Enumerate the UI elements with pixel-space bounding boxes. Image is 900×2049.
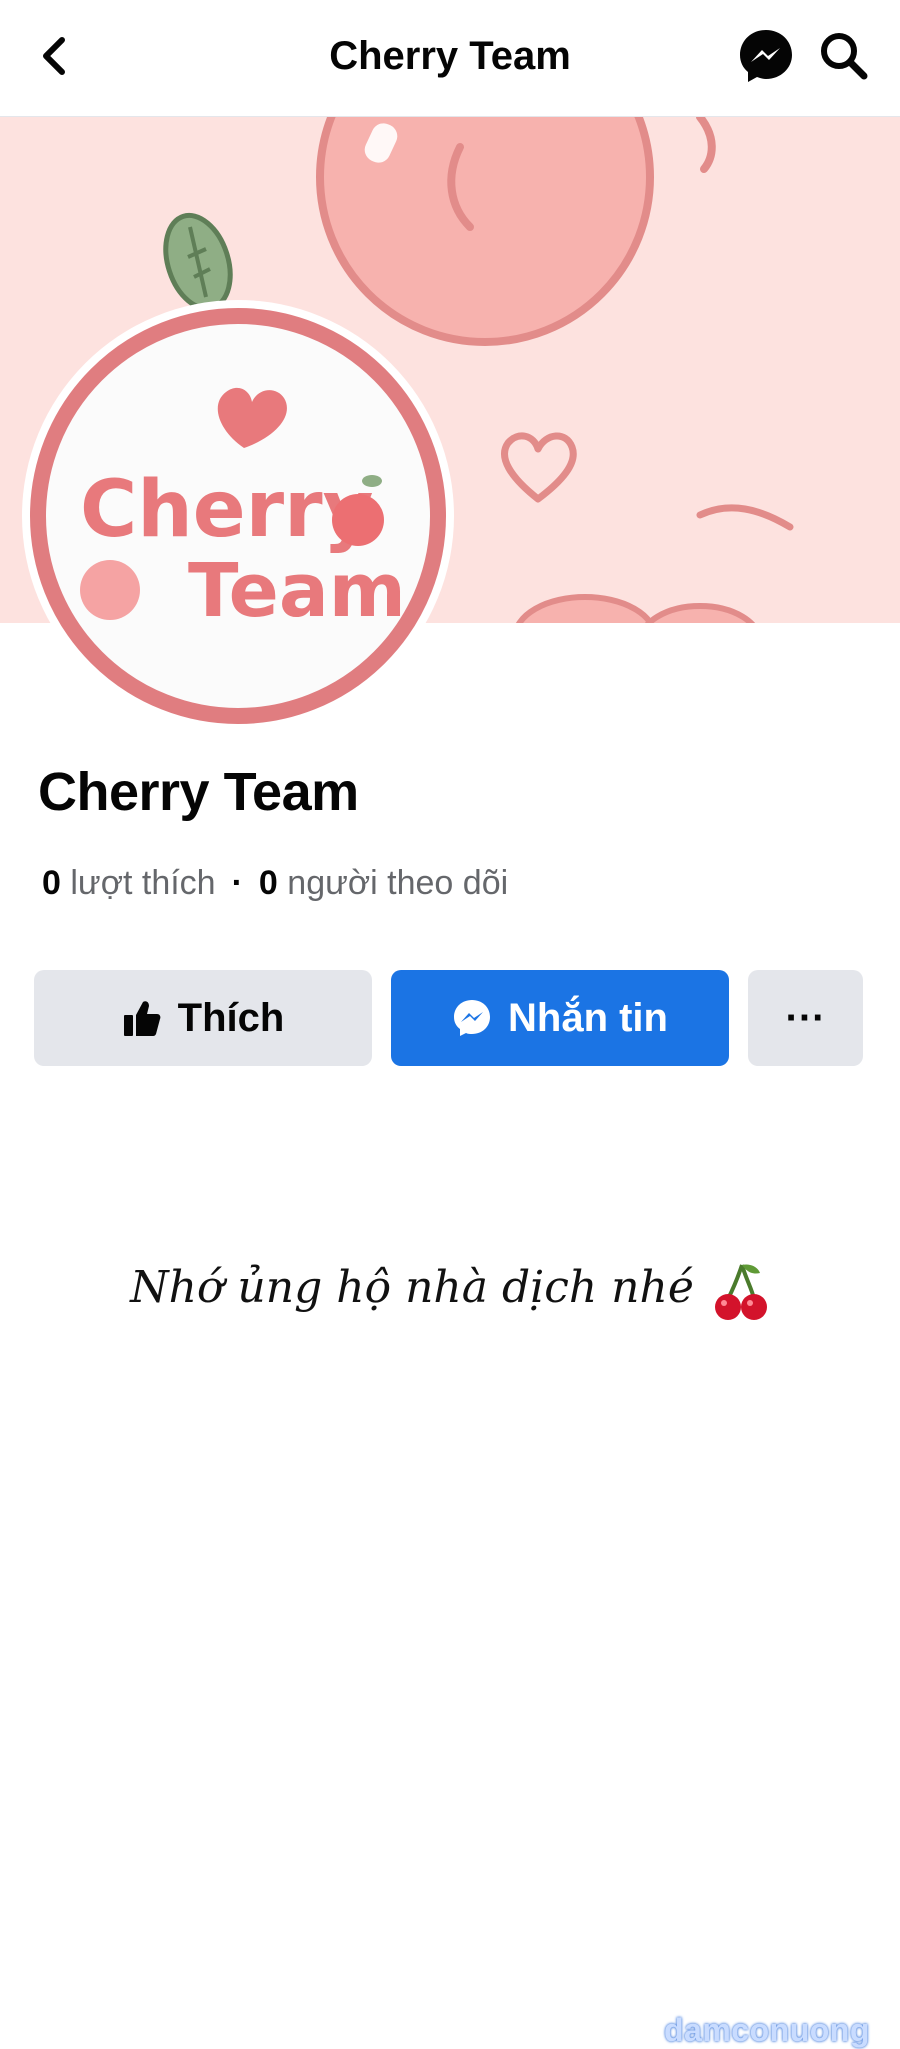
like-button[interactable]: Thích: [34, 970, 372, 1066]
followers-label: người theo dõi: [287, 864, 509, 902]
search-button[interactable]: [816, 28, 872, 84]
likes-label: lượt thích: [70, 864, 216, 902]
top-bar: Cherry Team: [0, 0, 900, 117]
search-icon: [821, 33, 868, 80]
page-stats: 0 lượt thích · 0 người theo dõi: [42, 862, 508, 904]
message-button-label: Nhắn tin: [508, 995, 668, 1040]
more-options-button[interactable]: ···: [748, 970, 863, 1066]
like-button-label: Thích: [177, 995, 285, 1040]
more-icon: ···: [785, 995, 826, 1040]
profile-avatar[interactable]: Cherry Team: [20, 298, 456, 734]
followers-count: 0: [258, 864, 278, 902]
logo-line-1: Cherry: [80, 465, 373, 555]
likes-count: 0: [42, 864, 61, 902]
messenger-button[interactable]: [736, 26, 796, 86]
page-name: Cherry Team: [38, 762, 359, 822]
thumbs-up-icon: [123, 1001, 161, 1036]
logo-line-2: Team: [188, 548, 406, 634]
message-button[interactable]: Nhắn tin: [391, 970, 729, 1066]
cherry-shape: [332, 494, 384, 546]
peach-shape: [80, 560, 140, 620]
watermark: damconuong: [664, 2012, 870, 2048]
messenger-icon: [740, 30, 792, 82]
separator-dot: ·: [231, 864, 243, 902]
messenger-icon: [454, 1000, 490, 1036]
support-note: Nhớ ủng hộ nhà dịch nhé: [0, 1258, 900, 1321]
support-note-text: Nhớ ủng hộ nhà dịch nhé: [130, 1262, 694, 1313]
cherry-icon: [714, 1263, 767, 1320]
